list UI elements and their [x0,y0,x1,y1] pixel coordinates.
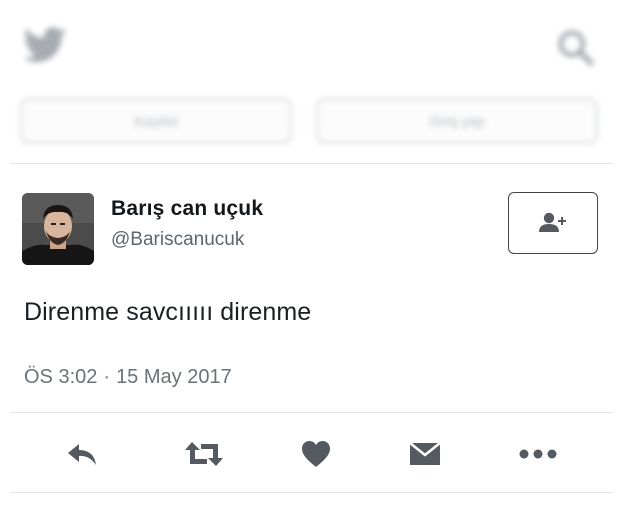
more-icon [519,449,557,459]
tweet-date: 15 May 2017 [116,366,232,388]
more-button[interactable] [514,430,562,478]
actions-bottom-divider [10,492,612,493]
tweet-timestamp[interactable]: ÖS 3:02 · 15 May 2017 [24,366,232,389]
login-button-label: Giriş yap [429,113,485,129]
login-button[interactable]: Giriş yap [316,98,598,144]
tweet-text: Direnme savcııııı direnme [24,298,312,326]
signup-button[interactable]: Kaydol [20,98,292,144]
retweet-icon [185,442,223,466]
actions-top-divider [10,412,612,413]
search-icon[interactable] [556,28,594,66]
heart-icon [302,441,330,467]
follow-button[interactable] [508,192,598,254]
header-divider [10,163,612,164]
tweet-actions [0,430,640,478]
follow-user-icon [539,212,566,232]
like-button[interactable] [292,430,340,478]
reply-button[interactable] [58,430,106,478]
reply-icon [68,444,96,465]
retweet-button[interactable] [180,430,228,478]
avatar[interactable] [22,193,94,265]
timestamp-separator: · [103,366,111,388]
user-handle[interactable]: @Bariscanucuk [111,229,244,251]
tweet-time: ÖS 3:02 [24,366,98,388]
direct-message-button[interactable] [401,430,449,478]
top-bar: Kaydol Giriş yap [0,0,640,165]
display-name[interactable]: Barış can uçuk [111,197,263,221]
direct-message-icon [409,442,441,465]
twitter-bird-icon[interactable] [22,26,68,66]
signup-button-label: Kaydol [134,113,178,129]
avatar-image [22,193,94,265]
